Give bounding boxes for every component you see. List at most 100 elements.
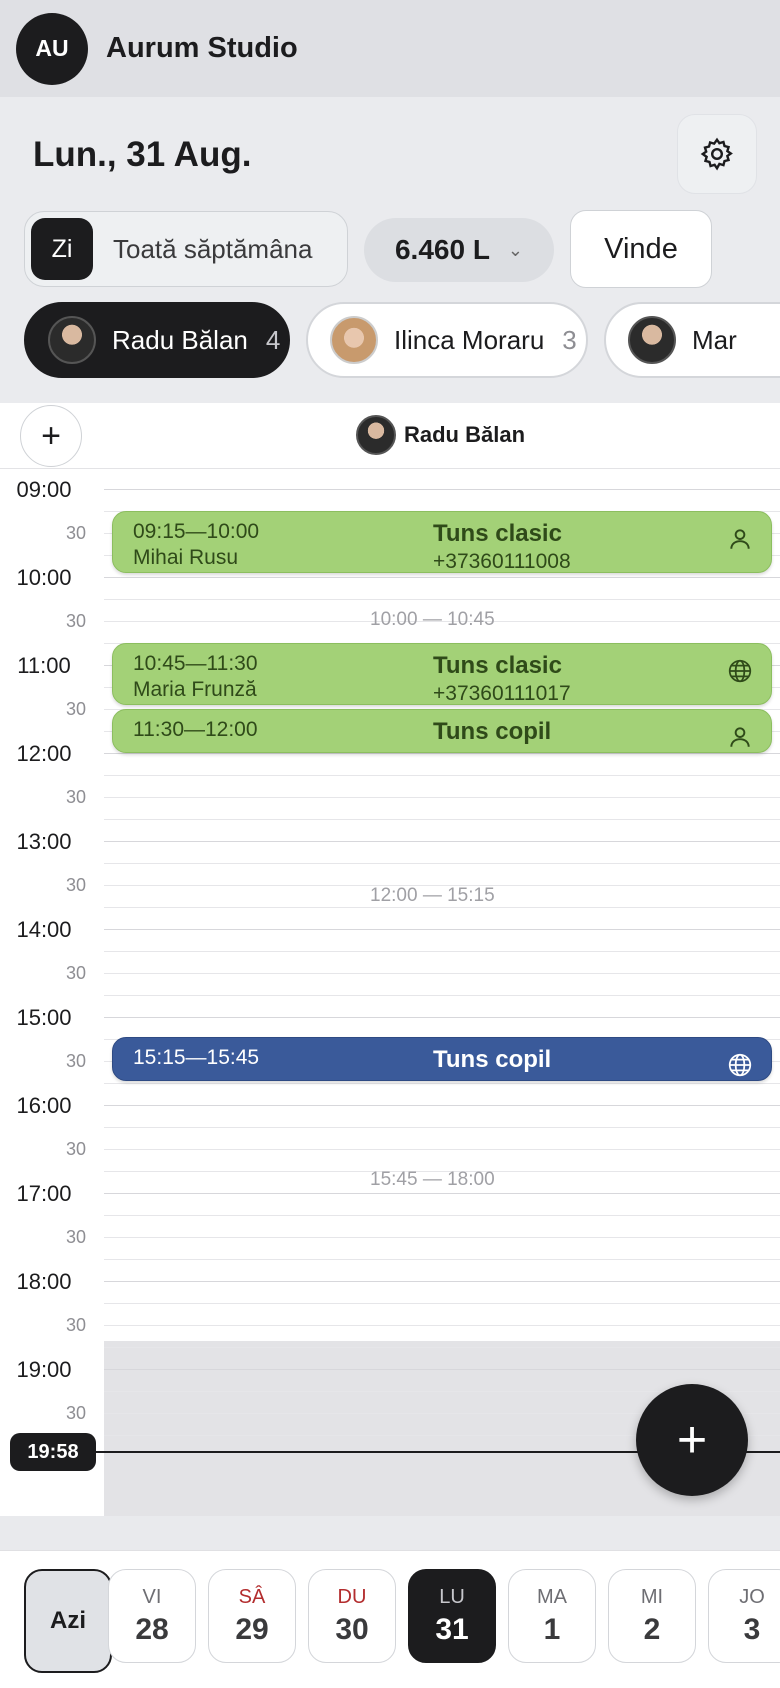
view-toggle: Zi Toată săptămâna [24, 211, 348, 287]
free-slot[interactable]: 10:00 — 10:45 [370, 609, 495, 631]
half-hour-label: 30 [65, 1315, 86, 1335]
quarter-line [104, 1325, 780, 1326]
free-slot[interactable]: 15:45 — 18:00 [370, 1169, 495, 1191]
hour-line [104, 1193, 780, 1194]
current-date[interactable]: Lun., 31 Aug. [33, 135, 251, 175]
half-hour-label: 30 [65, 1227, 86, 1247]
appointment-card-online[interactable]: 15:15—15:45 Tuns copil [112, 1037, 772, 1081]
day-number: 30 [335, 1612, 369, 1646]
hour-label: 13:00 [16, 829, 72, 854]
half-hour-label: 30 [65, 875, 86, 895]
day-name: LU [439, 1585, 465, 1608]
day-item[interactable]: MI 2 [608, 1569, 696, 1663]
avatar [356, 415, 396, 455]
sell-button[interactable]: Vinde [570, 210, 712, 288]
appointment-client: Mihai Rusu [133, 546, 239, 569]
hour-label: 15:00 [16, 1005, 72, 1030]
hour-line [104, 929, 780, 930]
appointment-card[interactable]: 09:15—10:00 Mihai Rusu Tuns clasic +3736… [112, 511, 772, 573]
hour-label: 16:00 [16, 1093, 72, 1118]
day-number: 1 [543, 1612, 561, 1646]
calendar-column-header: + Radu Bălan [0, 403, 780, 469]
avatar [330, 316, 378, 364]
half-hour-label: 30 [65, 1051, 86, 1071]
hour-line [104, 489, 780, 490]
hour-line [104, 1017, 780, 1018]
view-week-button[interactable]: Toată săptămâna [113, 234, 312, 265]
day-item[interactable]: VI 28 [108, 1569, 196, 1663]
day-name: VI [142, 1585, 162, 1608]
quarter-line [104, 1237, 780, 1238]
half-hour-label: 30 [65, 1403, 86, 1423]
free-slot[interactable]: 12:00 — 15:15 [370, 885, 495, 907]
settings-button[interactable] [677, 114, 757, 194]
hour-line [104, 753, 780, 754]
appointment-service: Tuns clasic [433, 520, 562, 547]
staff-chip-third[interactable]: Mar [604, 302, 780, 378]
person-icon [730, 727, 750, 747]
studio-name[interactable]: Aurum Studio [106, 32, 298, 65]
globe-icon [728, 1053, 752, 1077]
appointment-phone: +37360111008 [433, 550, 571, 573]
staff-chip-ilinca[interactable]: Ilinca Moraru 3 [306, 302, 588, 378]
quarter-line [104, 797, 780, 798]
column-staff-name: Radu Bălan [404, 422, 526, 447]
studio-avatar[interactable]: AU [16, 12, 88, 85]
quarter-line [104, 1259, 780, 1260]
quarter-line [104, 907, 780, 908]
day-item[interactable]: DU 30 [308, 1569, 396, 1663]
time-grid[interactable]: 09:00 30 10:00 30 11:00 30 12:00 30 13:00 30 14:00… [0, 469, 780, 1516]
globe-icon [728, 659, 752, 683]
hour-line [104, 1105, 780, 1106]
appointment-card[interactable]: 10:45—11:30 Maria Frunză Tuns clasic +37… [112, 643, 772, 705]
appointment-time: 15:15—15:45 [133, 1046, 260, 1069]
quarter-line [104, 1083, 780, 1084]
appointment-service: Tuns copil [433, 718, 552, 745]
appointment-service: Tuns copil [433, 1046, 552, 1073]
hour-line [104, 841, 780, 842]
hour-label: 14:00 [16, 917, 72, 942]
day-item[interactable]: MA 1 [508, 1569, 596, 1663]
appointment-time: 09:15—10:00 [133, 520, 260, 543]
quarter-line [104, 1149, 780, 1150]
staff-chip-radu[interactable]: Radu Bălan 4 [24, 302, 290, 378]
revenue-dropdown[interactable]: 6.460 L ⌄ [364, 218, 554, 282]
quarter-line [104, 995, 780, 996]
quarter-line [104, 1347, 780, 1348]
add-appointment-button[interactable]: + [636, 1384, 748, 1496]
appointment-card[interactable]: 11:30—12:00 Tuns copil [112, 709, 772, 753]
quarter-line [104, 1127, 780, 1128]
day-number: 3 [743, 1612, 761, 1646]
day-item[interactable]: JO 3 [708, 1569, 780, 1663]
half-hour-label: 30 [65, 611, 86, 631]
appointment-phone: +37360111017 [433, 682, 571, 705]
view-day-button[interactable]: Zi [31, 218, 93, 280]
day-item[interactable]: SÂ 29 [208, 1569, 296, 1663]
hour-label: 12:00 [16, 741, 72, 766]
day-name: SÂ [238, 1585, 266, 1608]
today-button[interactable]: Azi [24, 1569, 112, 1673]
day-number: 2 [643, 1612, 661, 1646]
appointment-time: 11:30—12:00 [133, 718, 258, 741]
day-item-selected[interactable]: LU 31 [408, 1569, 496, 1663]
hour-label: 17:00 [16, 1181, 72, 1206]
gear-icon [700, 137, 733, 171]
quarter-line [104, 863, 780, 864]
half-hour-label: 30 [65, 699, 86, 719]
half-hour-label: 30 [65, 787, 86, 807]
day-name: MI [640, 1585, 664, 1608]
hour-line [104, 1281, 780, 1282]
revenue-amount: 6.460 L [394, 234, 490, 265]
hour-label: 09:00 [16, 477, 72, 502]
staff-name: Mar [692, 324, 737, 355]
avatar [48, 316, 96, 364]
quarter-line [104, 1303, 780, 1304]
appointment-time: 10:45—11:30 [133, 652, 258, 675]
day-name: MA [537, 1585, 567, 1608]
day-number: 28 [135, 1612, 169, 1646]
column-staff: Radu Bălan [356, 415, 525, 455]
day-name: JO [739, 1585, 765, 1608]
add-column-button[interactable]: + [20, 405, 82, 467]
staff-name: Ilinca Moraru [394, 324, 545, 355]
quarter-line [104, 973, 780, 974]
